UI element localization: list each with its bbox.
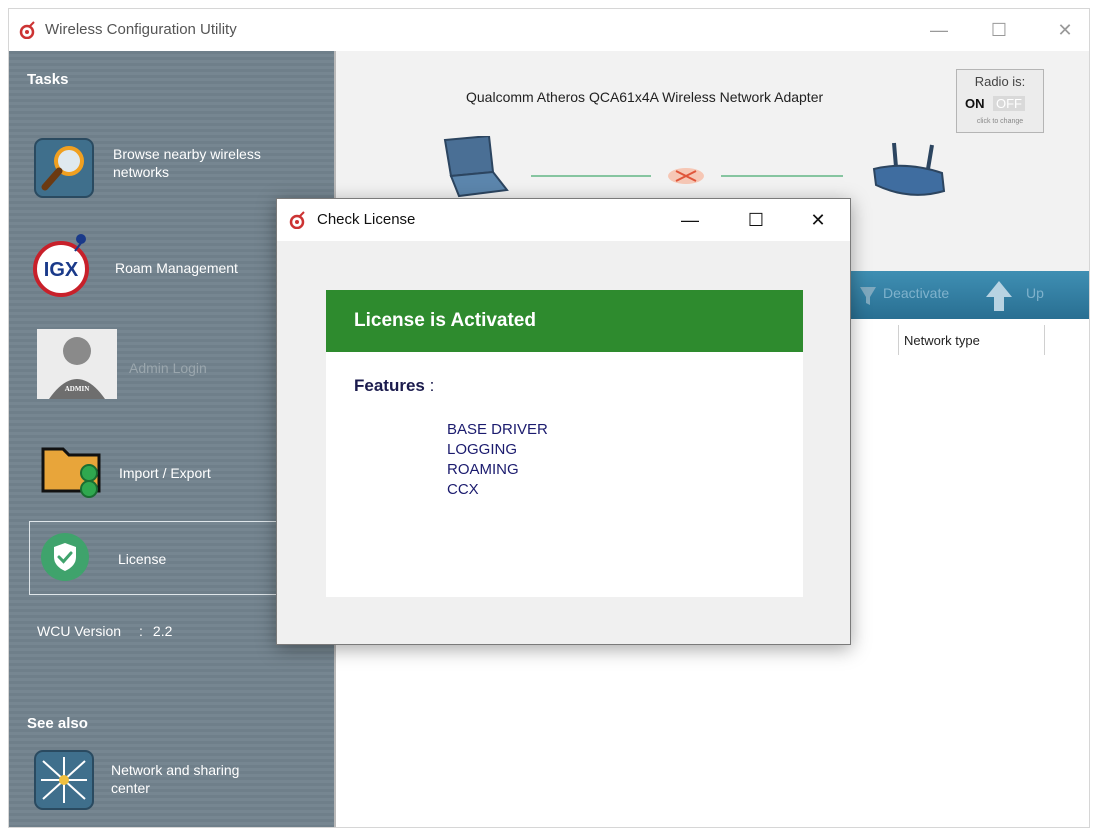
features-colon: : xyxy=(429,376,435,395)
network-hub-icon xyxy=(34,750,94,810)
sidebar-item-browse-networks[interactable]: Browse nearby wireless networks xyxy=(31,131,321,203)
feature-item: ROAMING xyxy=(447,461,519,478)
sidebar-item-label: Import / Export xyxy=(119,465,211,481)
sidebar-item-label: networks xyxy=(113,164,170,180)
shield-check-icon xyxy=(41,533,89,581)
radio-hint: click to change xyxy=(976,118,1024,125)
igx-logo-icon: IGX xyxy=(33,234,89,297)
column-separator[interactable] xyxy=(1044,325,1045,355)
svg-text:IGX: IGX xyxy=(44,259,79,281)
sidebar-item-network-sharing-center[interactable]: Network and sharing center xyxy=(31,743,321,815)
dialog-close-button[interactable]: ✕ xyxy=(795,205,841,235)
magnifier-icon xyxy=(34,138,94,198)
link-line-left xyxy=(531,175,651,177)
up-button[interactable]: Up xyxy=(1026,285,1044,301)
app-icon xyxy=(289,211,305,229)
radio-toggle[interactable]: Radio is: ON OFF click to change xyxy=(956,69,1044,133)
feature-item: LOGGING xyxy=(447,441,518,458)
radio-on-label[interactable]: ON xyxy=(965,96,985,111)
adapter-name: Qualcomm Atheros QCA61x4A Wireless Netwo… xyxy=(466,89,824,105)
app-icon xyxy=(19,21,35,39)
sidebar-item-label: center xyxy=(111,780,150,796)
router-icon xyxy=(872,142,946,196)
features-heading: Features : xyxy=(354,376,434,396)
feature-item: CCX xyxy=(447,481,479,498)
up-arrow-icon xyxy=(986,281,1012,311)
sidebar-item-label: Browse nearby wireless xyxy=(113,146,261,162)
sidebar-item-label: Roam Management xyxy=(115,260,238,276)
feature-item: BASE DRIVER xyxy=(447,421,548,438)
dialog-maximize-button[interactable]: ☐ xyxy=(733,205,779,235)
version-label: WCU Version xyxy=(37,623,122,639)
radio-title: Radio is: xyxy=(974,74,1026,89)
deactivate-icon xyxy=(860,287,876,305)
sidebar-item-license[interactable]: License xyxy=(29,521,314,595)
dialog-minimize-button[interactable]: — xyxy=(667,205,713,235)
folder-icon xyxy=(41,447,101,498)
features-title: Features xyxy=(354,376,425,395)
wcu-version: WCU Version:2.2 xyxy=(37,623,172,639)
sidebar-item-label: Network and sharing xyxy=(111,762,240,778)
license-status-banner: License is Activated xyxy=(326,290,803,352)
check-license-dialog: Check License — ☐ ✕ License is Activated… xyxy=(276,198,851,645)
tasks-heading: Tasks xyxy=(27,71,69,88)
see-also-heading: See also xyxy=(27,715,88,732)
license-panel: License is Activated Features : BASE DRI… xyxy=(326,290,803,597)
sidebar-item-label: License xyxy=(118,551,167,567)
window-title: Wireless Configuration Utility xyxy=(45,21,237,38)
dialog-title: Check License xyxy=(317,211,416,228)
minimize-button[interactable]: — xyxy=(919,15,959,45)
svg-text:ADMIN: ADMIN xyxy=(65,385,90,393)
license-status-text: License is Activated xyxy=(354,310,536,331)
column-network-type[interactable]: Network type xyxy=(904,333,980,348)
version-separator: : xyxy=(139,623,143,639)
laptop-icon xyxy=(443,136,509,198)
title-bar[interactable]: Wireless Configuration Utility — ☐ ✕ xyxy=(9,9,1089,51)
maximize-button[interactable]: ☐ xyxy=(979,15,1019,45)
sidebar-item-label: Admin Login xyxy=(129,360,207,376)
deactivate-button[interactable]: Deactivate xyxy=(883,285,949,301)
version-value: 2.2 xyxy=(152,623,173,639)
dialog-title-bar[interactable]: Check License — ☐ ✕ xyxy=(277,199,850,241)
column-separator[interactable] xyxy=(898,325,899,355)
admin-avatar-icon: ADMIN xyxy=(37,329,117,399)
disconnected-icon xyxy=(668,168,704,184)
radio-off-label[interactable]: OFF xyxy=(993,96,1025,111)
features-list: BASE DRIVER LOGGING ROAMING CCX xyxy=(447,420,548,500)
close-button[interactable]: ✕ xyxy=(1045,15,1085,45)
link-line-right xyxy=(721,175,843,177)
